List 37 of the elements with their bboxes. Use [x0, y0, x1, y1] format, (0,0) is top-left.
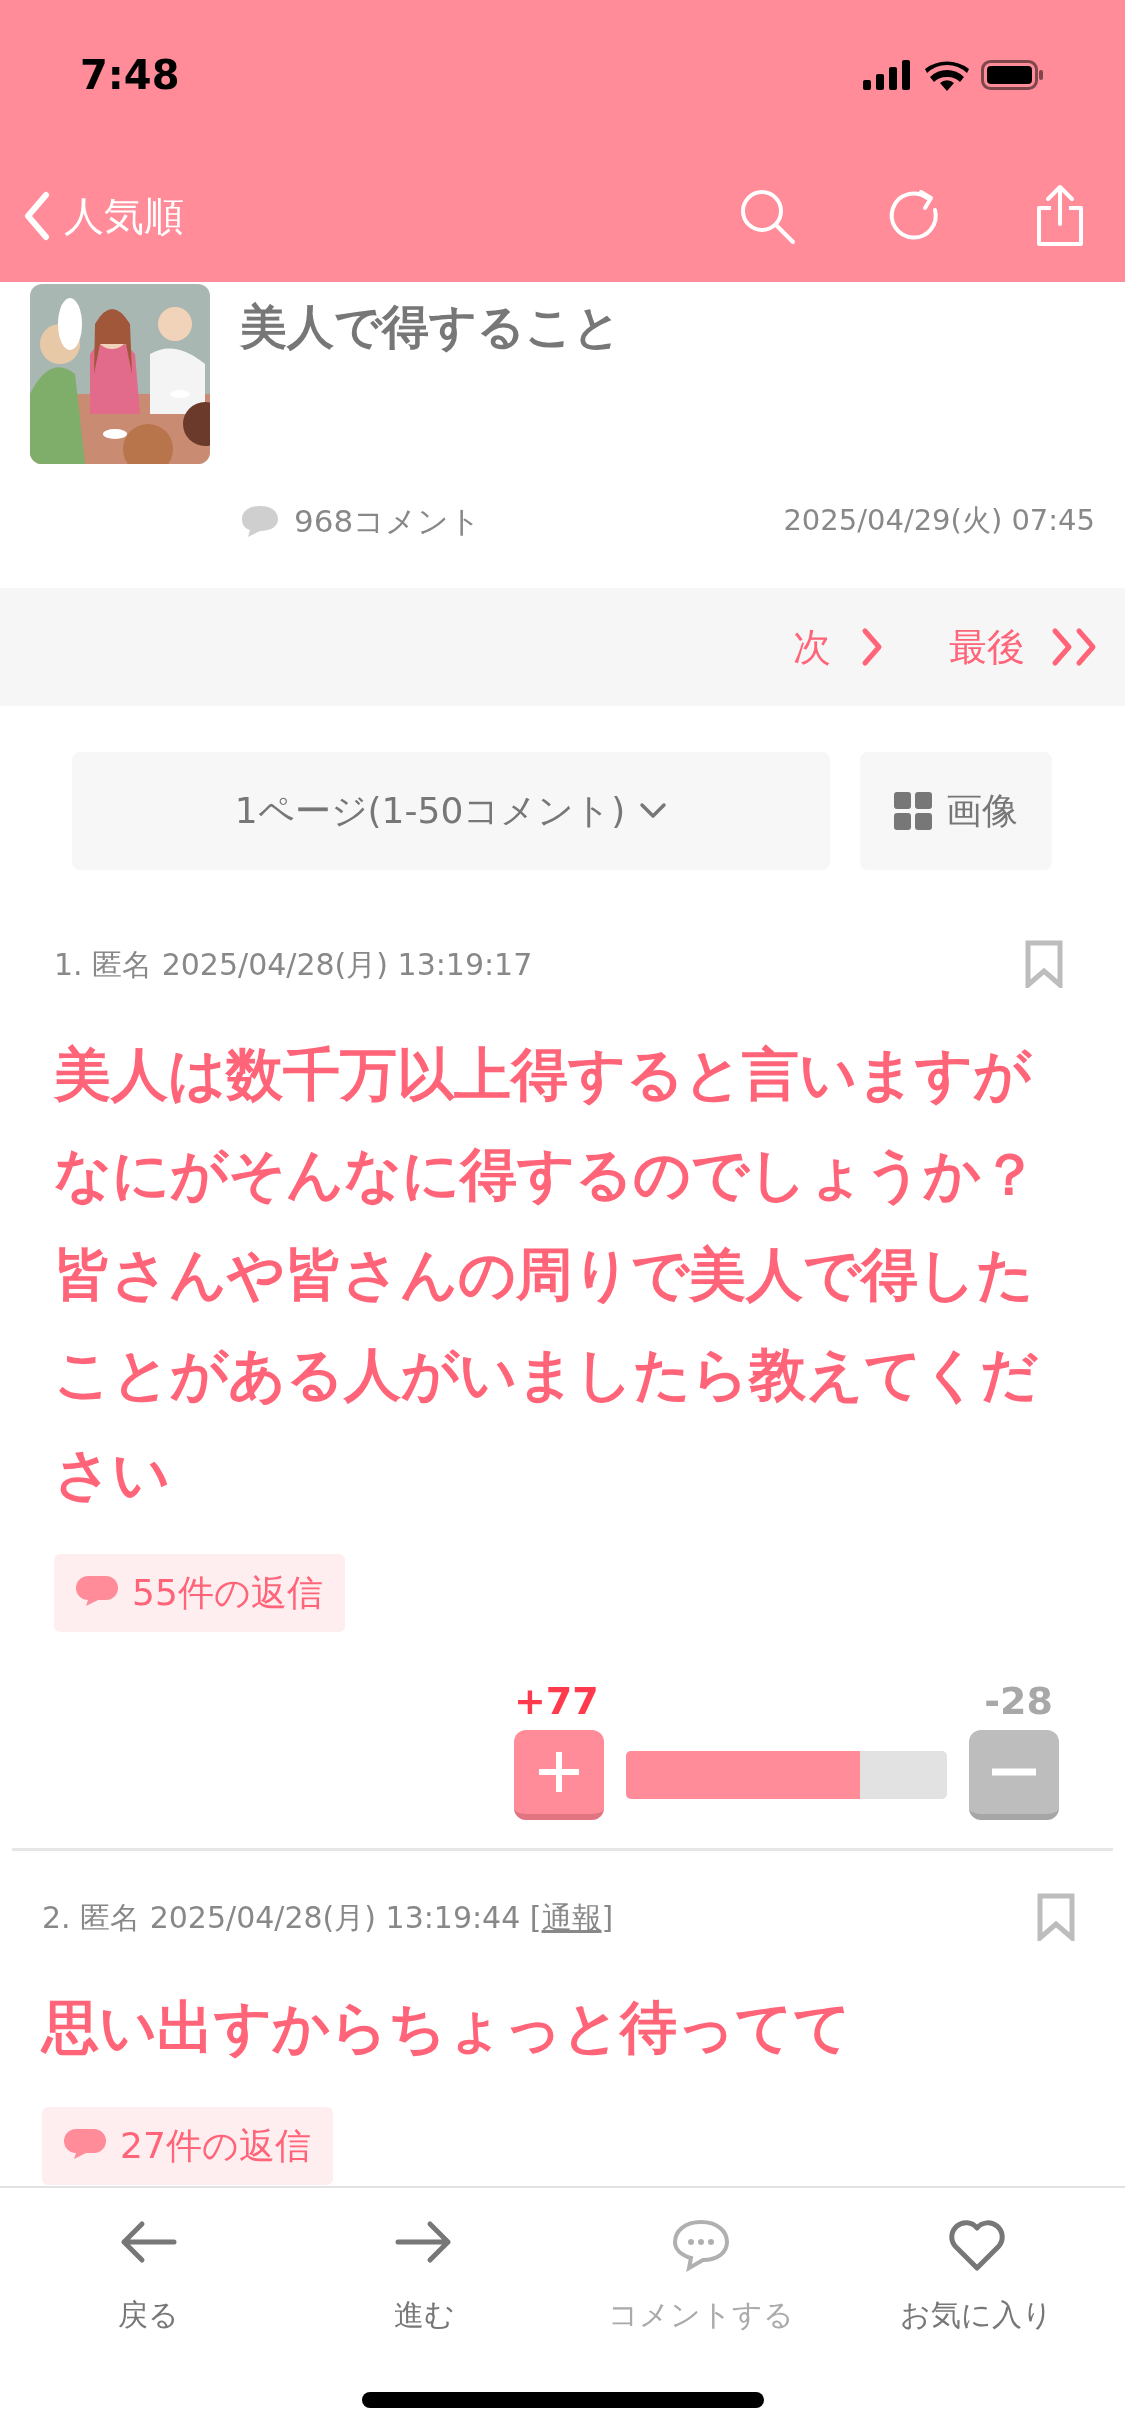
next-link[interactable]: 次 — [793, 618, 883, 676]
comment-count: 968コメント — [294, 501, 482, 541]
bookmark-icon[interactable] — [1025, 940, 1063, 988]
replies-button[interactable]: 27件の返信 — [42, 2107, 333, 2185]
minus-icon — [992, 1768, 1036, 1776]
comment-meta: 2. 匿名 2025/04/28(月) 13:19:44 [通報] — [42, 1899, 614, 1937]
comment-meta: 1. 匿名 2025/04/28(月) 13:19:17 — [54, 946, 533, 984]
toolbar-button[interactable]: 進む — [294, 2218, 555, 2436]
plus-icon — [537, 1750, 581, 1794]
toolbar-button[interactable]: 戻る — [18, 2218, 279, 2436]
back-button[interactable]: 人気順 — [24, 186, 184, 246]
upvote-button[interactable] — [514, 1730, 604, 1820]
last-link[interactable]: 最後 — [949, 618, 1101, 676]
page-select[interactable]: 1ページ(1-50コメント) — [72, 752, 830, 870]
chevron-down-icon — [639, 802, 668, 820]
post-date: 2025/04/29(火) 07:45 — [783, 502, 1095, 540]
comment-body: 美人は数千万以上得すると言いますがなにがそんなに得するのでしょうか？皆さんや皆さんの周りで美人で得したことがある人がいましたら教えてください — [54, 1040, 1039, 1509]
signal-icon — [863, 60, 913, 90]
wifi-icon — [925, 59, 969, 91]
upvote-count: +77 — [514, 1682, 599, 1720]
chevron-left-icon — [24, 191, 50, 241]
toolbar-button[interactable]: お気に入り — [846, 2218, 1107, 2436]
downvote-button[interactable] — [969, 1730, 1059, 1820]
speech-bubble-icon — [240, 504, 280, 538]
topic-title: 美人で得すること — [240, 298, 621, 356]
speech-bubble-icon — [670, 2218, 731, 2272]
replies-button[interactable]: 55件の返信 — [54, 1554, 345, 1632]
images-button[interactable]: 画像 — [860, 752, 1052, 870]
chevron-right-icon — [861, 627, 883, 667]
status-time: 7:48 — [80, 51, 180, 100]
downvote-count: -28 — [984, 1682, 1054, 1720]
heart-icon — [946, 2218, 1007, 2272]
comment-body: 思い出すからちょっと待ってて — [42, 1993, 852, 2062]
grid-icon — [894, 792, 932, 830]
bookmark-icon[interactable] — [1037, 1893, 1075, 1941]
battery-icon — [981, 60, 1045, 90]
report-link[interactable]: 通報 — [541, 1900, 602, 1935]
